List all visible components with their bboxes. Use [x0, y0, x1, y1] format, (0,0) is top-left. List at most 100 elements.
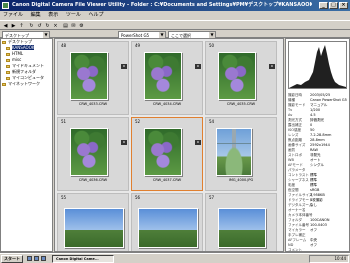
app-icon	[2, 2, 9, 9]
taskbar: スタート Canon Digital Came... 10:44	[0, 253, 350, 263]
thumbnail-filename: CRW_4036.CRW	[78, 178, 108, 182]
property-value: 標準	[310, 183, 317, 187]
tree-item[interactable]: マイネットワーク	[1, 81, 52, 87]
property-value: RAW	[310, 148, 318, 152]
thumbnail-filename: CRW_4034.CRW	[152, 102, 182, 106]
property-value: 100CANON	[310, 218, 330, 222]
menu-edit[interactable]: 編集	[28, 11, 44, 20]
menu-file[interactable]: ファイル	[0, 11, 26, 20]
network-icon	[2, 82, 6, 86]
histogram	[288, 41, 347, 89]
property-value: 50	[310, 128, 315, 132]
refresh-icon[interactable]: ↻	[28, 22, 35, 29]
forward-icon[interactable]: ▶	[10, 22, 17, 29]
quicklaunch-media-icon[interactable]	[41, 256, 46, 261]
quicklaunch-desktop-icon[interactable]	[27, 256, 32, 261]
property-value: なし	[310, 203, 317, 207]
thumbnail-image[interactable]	[70, 128, 108, 176]
raw-badge-icon: R	[269, 64, 275, 69]
thumbnail-number: 49	[135, 43, 141, 48]
computer-icon	[6, 76, 10, 80]
property-value: 100-0403	[310, 223, 327, 227]
raw-badge-icon: R	[121, 140, 127, 145]
up-folder-icon[interactable]: ↑	[18, 22, 25, 29]
thumbnail-cell[interactable]: 54 IMG_4000.JPG	[205, 117, 277, 191]
thumbnail-filename: CRW_4037.CRW	[152, 178, 182, 182]
thumbnail-number: 50	[209, 43, 215, 48]
info-panel: 撮影日時 2003/05/25 機種 Canon PowerShot G5 撮影モードマ…	[285, 38, 350, 252]
print-icon[interactable]: ▤	[62, 22, 69, 29]
thumbnail-grid: 48 R CRW_4033.CRW 49 R CRW_4034.CRW 50 R…	[54, 38, 284, 252]
thumbnail-number: 52	[135, 119, 141, 124]
thumbnail-number: 55	[61, 195, 67, 200]
property-value: 1枚撮影	[310, 198, 323, 202]
thumbnail-number: 57	[209, 195, 215, 200]
quicklaunch-browser-icon[interactable]	[34, 256, 39, 261]
raw-badge-icon: R	[195, 64, 201, 69]
thumbnail-image[interactable]	[64, 208, 124, 248]
thumbnail-image[interactable]	[70, 52, 108, 100]
property-value: 3,958KB	[310, 193, 325, 197]
back-icon[interactable]: ◀	[2, 22, 9, 29]
thumbnail-number: 48	[61, 43, 67, 48]
raw-badge-icon: R	[121, 64, 127, 69]
title-bar: Canon Digital Camera File Viewer Utility…	[0, 0, 350, 11]
menu-bar: ファイル 編集 表示 ツール ヘルプ	[0, 11, 350, 20]
thumbnail-filename: IMG_4000.JPG	[228, 178, 254, 182]
menu-tools[interactable]: ツール	[63, 11, 84, 20]
system-tray: 10:44	[309, 255, 349, 263]
toolbar: ◀ ▶ ↑ ↻ ↺ ↻ × ▤ ✉ ⚙	[0, 20, 350, 30]
property-value: 4.5	[310, 113, 316, 117]
thumbnail-cell[interactable]: 51 R CRW_4036.CRW	[57, 117, 129, 191]
thumbnail-number: 51	[61, 119, 67, 124]
rotate-right-icon[interactable]: ↻	[44, 22, 51, 29]
close-button[interactable]: ×	[339, 2, 348, 9]
property-value: Canon PowerShot G5	[310, 98, 347, 102]
thumbnail-cell[interactable]: 55	[57, 193, 129, 251]
menu-help[interactable]: ヘルプ	[85, 11, 106, 20]
thumbnail-cell[interactable]: 48 R CRW_4033.CRW	[57, 41, 129, 115]
folder-icon	[6, 46, 10, 50]
thumbnail-cell-selected[interactable]: 52 R CRW_4037.CRW	[131, 117, 203, 191]
property-value: 1/200	[310, 108, 321, 112]
thumbnail-cell[interactable]: 49 R CRW_4034.CRW	[131, 41, 203, 115]
start-button[interactable]: スタート	[1, 255, 23, 263]
thumbnail-number: 54	[209, 119, 215, 124]
thumbnail-image[interactable]	[144, 52, 182, 100]
property-value: 2592x1944	[310, 143, 330, 147]
folder-icon	[6, 52, 10, 56]
thumbnail-image[interactable]	[216, 128, 252, 176]
property-value: 中央	[310, 238, 317, 242]
taskbar-app-button[interactable]: Canon Digital Came...	[52, 255, 114, 263]
thumbnail-image[interactable]	[218, 208, 266, 248]
settings-icon[interactable]: ⚙	[78, 22, 85, 29]
maximize-button[interactable]: □	[329, 2, 338, 9]
folder-tree: デスクトップ KANSAOOK HTML misc マイドキュメント 新規フォル…	[0, 38, 53, 252]
property-value: 2003/05/25	[310, 93, 331, 97]
mail-icon[interactable]: ✉	[70, 22, 77, 29]
thumbnail-cell[interactable]: 56	[131, 193, 203, 251]
window-title: Canon Digital Camera File Viewer Utility…	[12, 2, 312, 8]
thumbnail-filename: CRW_4035.CRW	[226, 102, 256, 106]
thumbnail-number: 56	[135, 195, 141, 200]
rotate-left-icon[interactable]: ↺	[36, 22, 43, 29]
property-value: 0	[310, 123, 313, 127]
minimize-button[interactable]: _	[319, 2, 328, 9]
thumbnail-image[interactable]	[138, 208, 198, 248]
thumbnail-cell[interactable]: 57	[205, 193, 277, 251]
thumbnail-image[interactable]	[218, 52, 256, 100]
folder-icon	[6, 64, 10, 68]
property-value: オフ	[310, 228, 317, 232]
property-value: 標準	[310, 178, 317, 182]
thumbnail-cell[interactable]: 50 R CRW_4035.CRW	[205, 41, 277, 115]
property-value: sRGB	[310, 188, 320, 192]
property-value: 非発光	[310, 153, 321, 157]
property-value: オート	[310, 158, 321, 162]
folder-icon	[6, 58, 10, 62]
property-value: シングル	[310, 163, 324, 167]
property-value: 評価測光	[310, 118, 324, 122]
histogram-graph	[289, 45, 346, 88]
menu-view[interactable]: 表示	[45, 11, 61, 20]
thumbnail-image[interactable]	[144, 128, 182, 176]
delete-icon[interactable]: ×	[52, 22, 59, 29]
